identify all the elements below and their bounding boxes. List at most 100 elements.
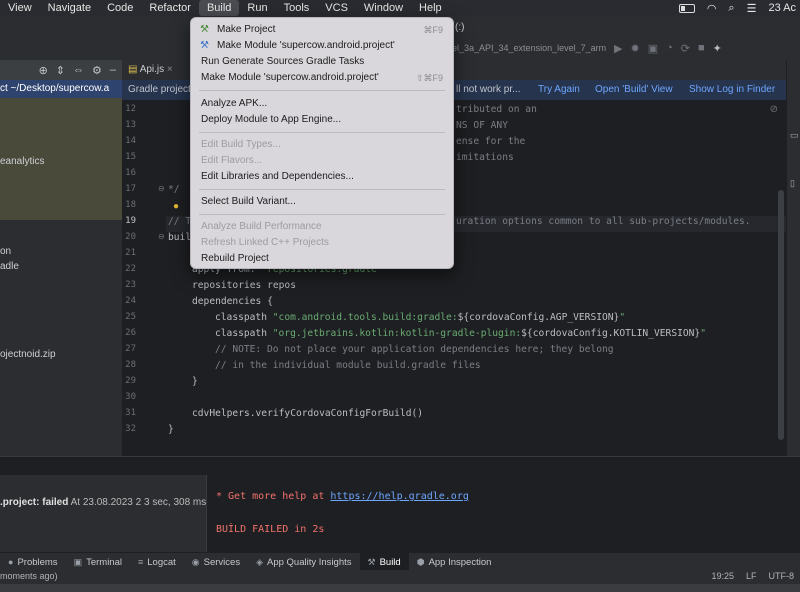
project-root-item[interactable]: ct ~/Desktop/supercow.a — [0, 80, 122, 98]
menu-item-edit-libraries[interactable]: Edit Libraries and Dependencies... — [191, 169, 453, 185]
tab-app-inspection[interactable]: ⬢ App Inspection — [409, 553, 500, 571]
device-manager-icon[interactable]: ✦ — [713, 42, 722, 55]
menu-item-label: Edit Build Types... — [201, 139, 281, 150]
code-token: ${cordovaConfig.AGP_VERSION} — [457, 312, 620, 323]
clock[interactable]: 23 Ac — [768, 2, 796, 14]
menu-item-label: Run Generate Sources Gradle Tasks — [201, 56, 365, 67]
tree-item[interactable]: ojectnoid.zip — [0, 349, 56, 360]
menu-item-deploy-app-engine[interactable]: Deploy Module to App Engine... — [191, 112, 453, 128]
tab-services[interactable]: ◉ Services — [184, 553, 248, 571]
no-problems-icon[interactable]: ⊘ — [770, 104, 778, 115]
code-token: "com.android.tools.build:gradle: — [272, 312, 458, 323]
caret-position[interactable]: 19:25 — [711, 571, 734, 581]
menu-item-select-build-variant[interactable]: Select Build Variant... — [191, 194, 453, 210]
lightbulb-icon[interactable]: ● — [173, 201, 179, 212]
menu-item-rebuild-project[interactable]: Rebuild Project — [191, 251, 453, 267]
menu-item-analyze-build-performance: Analyze Build Performance — [191, 219, 453, 235]
menu-view[interactable]: View — [0, 0, 40, 16]
line-number: 31 — [125, 408, 136, 418]
tab-label: Services — [203, 556, 241, 568]
gradle-help-link[interactable]: https://help.gradle.org — [330, 491, 468, 502]
expand-all-icon[interactable]: ⇕ — [56, 64, 65, 77]
menu-item-make-module[interactable]: ⚒ Make Module 'supercow.android.project' — [191, 38, 453, 54]
try-again-link[interactable]: Try Again — [538, 80, 580, 100]
file-encoding[interactable]: UTF-8 — [769, 571, 795, 581]
line-number: 25 — [125, 312, 136, 322]
tab-api-js[interactable]: ▤ Api.js × — [128, 60, 173, 80]
code-token: "org.jetbrains.kotlin:kotlin-gradle-plug… — [272, 328, 522, 339]
tab-app-quality-insights[interactable]: ◈ App Quality Insights — [248, 553, 359, 571]
stop-icon[interactable]: ■ — [698, 42, 705, 54]
run-icon[interactable]: ▶ — [614, 42, 622, 55]
line-number: 32 — [125, 424, 136, 434]
menu-item-make-module-shift[interactable]: Make Module 'supercow.android.project' ⇧… — [191, 70, 453, 86]
gear-icon[interactable]: ⚙ — [92, 64, 102, 77]
tab-label: Problems — [17, 556, 58, 568]
control-center-icon[interactable]: ☰ — [747, 2, 757, 15]
line-separator[interactable]: LF — [746, 571, 757, 581]
fold-icon[interactable]: ⊖ — [158, 184, 165, 193]
collapse-all-icon[interactable]: ⇔ — [73, 64, 84, 76]
status-message[interactable]: moments ago) — [0, 571, 58, 581]
code-line-29: } — [192, 376, 198, 387]
tree-item[interactable]: on — [0, 246, 11, 257]
code-token: classpath — [215, 312, 273, 323]
close-icon[interactable]: × — [167, 64, 173, 75]
hide-panel-icon[interactable]: – — [110, 64, 116, 76]
run-configuration-selector[interactable]: el_3a_API_34_extension_level_7_arm — [452, 40, 606, 56]
running-devices-icon[interactable]: ▭ — [790, 130, 799, 141]
menu-build[interactable]: Build — [198, 0, 240, 16]
menu-item-run-generate-sources[interactable]: Run Generate Sources Gradle Tasks — [191, 54, 453, 70]
menu-item-label: Make Project — [217, 24, 276, 35]
menu-item-label: Edit Libraries and Dependencies... — [201, 171, 354, 182]
debug-icon[interactable]: ✹ — [630, 42, 639, 55]
line-number: 20 — [125, 232, 136, 242]
menu-code[interactable]: Code — [99, 0, 141, 16]
dock-edge — [0, 584, 800, 592]
battery-icon[interactable] — [678, 3, 695, 13]
tab-build[interactable]: ⚒ Build — [359, 553, 409, 571]
hammer-icon: ⚒ — [367, 556, 376, 567]
menu-refactor[interactable]: Refactor — [141, 0, 199, 16]
attach-icon[interactable]: ▣ — [648, 42, 658, 55]
tree-item[interactable]: eanalytics — [0, 156, 44, 167]
menu-run[interactable]: Run — [239, 0, 275, 16]
tree-item[interactable]: adle — [0, 261, 19, 272]
menu-navigate[interactable]: Navigate — [40, 0, 99, 16]
code-line-12: tributed on an — [456, 104, 537, 115]
menu-vcs[interactable]: VCS — [317, 0, 356, 16]
build-result-row[interactable]: .project: failed At 23.08.2023 2 3 sec, … — [0, 497, 206, 508]
hammer-icon: ⚒ — [200, 24, 209, 35]
menu-item-analyze-apk[interactable]: Analyze APK... — [191, 96, 453, 112]
build-output-tree[interactable]: .project: failed At 23.08.2023 2 3 sec, … — [0, 475, 207, 553]
tab-problems[interactable]: ● Problems — [0, 553, 66, 571]
tab-label: Terminal — [86, 556, 122, 568]
show-log-in-finder-link[interactable]: Show Log in Finder — [689, 80, 775, 100]
menu-help[interactable]: Help — [411, 0, 450, 16]
fold-icon[interactable]: ⊖ — [158, 232, 165, 241]
code-line-23: repositories repos — [192, 280, 296, 291]
tab-terminal[interactable]: ▣ Terminal — [66, 553, 130, 571]
menu-item-label: Make Module 'supercow.android.project' — [217, 40, 395, 51]
wifi-icon[interactable]: ◠ — [707, 2, 717, 15]
menu-item-shortcut: ⌘F9 — [423, 25, 443, 35]
menu-tools[interactable]: Tools — [276, 0, 318, 16]
code-line-32: } — [168, 424, 174, 435]
profile-icon[interactable]: ◔ — [666, 42, 673, 54]
code-line-24: dependencies { — [192, 296, 273, 307]
terminal-icon: ▣ — [73, 556, 83, 567]
open-build-view-link[interactable]: Open 'Build' View — [595, 80, 673, 100]
tab-logcat[interactable]: ≡ Logcat — [130, 553, 184, 571]
code-line-19-start: // T — [168, 216, 192, 227]
gradle-sync-icon[interactable]: ⟳ — [681, 42, 690, 55]
editor-gutter[interactable]: 12 13 14 15 16 17 18 19 20 21 22 23 24 2… — [122, 100, 179, 456]
menu-item-make-project[interactable]: ⚒ Make Project ⌘F9 — [191, 22, 453, 38]
device-mirror-icon[interactable]: ▯ — [790, 178, 795, 189]
search-icon[interactable]: ⌕ — [728, 2, 734, 15]
problems-icon: ● — [8, 557, 14, 567]
locate-icon[interactable]: ⊕ — [39, 64, 48, 77]
tab-label: Logcat — [147, 556, 176, 568]
menu-item-label: Rebuild Project — [201, 253, 269, 264]
menu-window[interactable]: Window — [356, 0, 411, 16]
editor-scrollbar[interactable] — [778, 190, 784, 440]
